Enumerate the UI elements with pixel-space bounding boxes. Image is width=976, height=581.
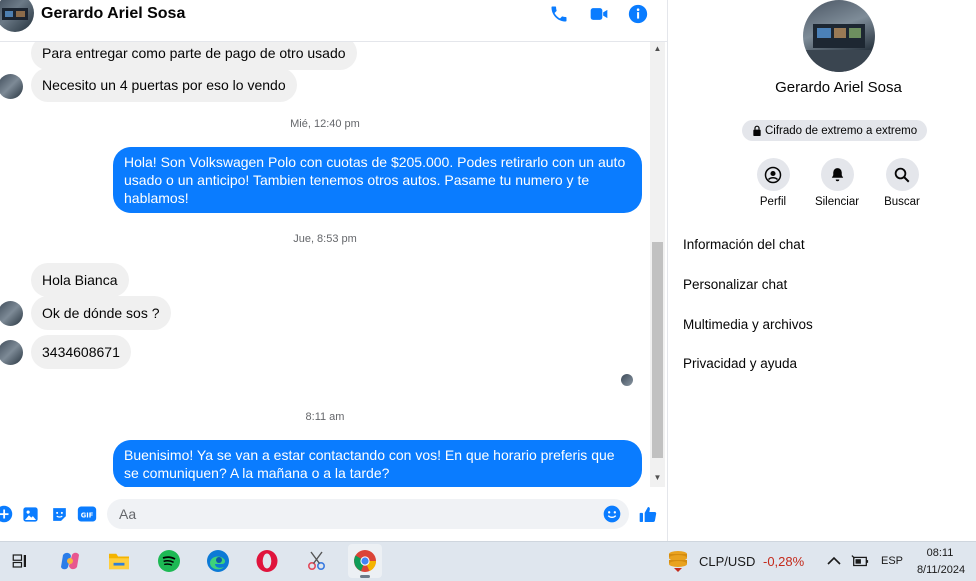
panel-item-chat-info[interactable]: Información del chat (683, 237, 805, 252)
incoming-message: 3434608671 (31, 335, 131, 369)
chrome-browser-icon[interactable] (348, 544, 382, 578)
chat-column: Gerardo Ariel Sosa Para entregar como pa… (0, 0, 668, 541)
sender-avatar[interactable] (0, 340, 23, 365)
message-timestamp: Mié, 12:40 pm (290, 118, 360, 130)
profile-action-label: Perfil (759, 196, 787, 208)
chevron-up-icon[interactable] (820, 544, 848, 578)
plus-icon[interactable] (0, 504, 14, 524)
stock-change-value[interactable]: -0,28% (763, 554, 804, 569)
encryption-badge[interactable]: Cifrado de extremo a extremo (742, 120, 928, 141)
message-composer: GIF (0, 490, 668, 540)
mute-action-label: Silenciar (814, 196, 860, 208)
incoming-message: Ok de dónde sos ? (31, 296, 171, 330)
phone-call-icon[interactable] (548, 3, 570, 25)
sticker-icon[interactable] (49, 504, 69, 524)
outgoing-message: Buenisimo! Ya se van a estar contactando… (113, 440, 642, 487)
chat-info-panel: Gerardo Ariel Sosa Cifrado de extremo a … (668, 0, 976, 541)
contact-name[interactable]: Gerardo Ariel Sosa (41, 5, 185, 23)
scroll-up-arrow-icon[interactable]: ▲ (650, 44, 665, 56)
chat-header: Gerardo Ariel Sosa (0, 0, 668, 42)
copilot-icon[interactable] (53, 544, 87, 578)
battery-plug-icon[interactable] (846, 544, 874, 578)
panel-item-privacy-help[interactable]: Privacidad y ayuda (683, 356, 797, 371)
message-scrollbar[interactable]: ▲ ▼ (650, 42, 665, 487)
messenger-window: Gerardo Ariel Sosa Para entregar como pa… (0, 0, 976, 581)
file-explorer-icon[interactable] (102, 544, 136, 578)
read-receipt-avatar (621, 374, 633, 386)
task-view-icon[interactable] (3, 544, 37, 578)
edge-browser-icon[interactable] (201, 544, 235, 578)
profile-action-button[interactable]: Perfil (743, 158, 803, 208)
encryption-label: Cifrado de extremo a extremo (765, 124, 918, 137)
bell-icon (820, 158, 854, 191)
windows-taskbar: CLP/USD -0,28% ESP 08:11 8/11/2024 (0, 541, 976, 581)
sender-avatar[interactable] (0, 74, 23, 99)
panel-item-customize-chat[interactable]: Personalizar chat (683, 277, 787, 292)
scroll-thumb[interactable] (652, 242, 663, 458)
profile-picture[interactable] (803, 0, 875, 72)
svg-text:GIF: GIF (81, 511, 94, 519)
opera-browser-icon[interactable] (250, 544, 284, 578)
stock-pair-label[interactable]: CLP/USD (699, 554, 755, 569)
sender-avatar[interactable] (0, 301, 23, 326)
search-icon (885, 158, 919, 191)
thumbs-up-icon[interactable] (638, 504, 658, 524)
outgoing-message: Hola! Son Volkswagen Polo con cuotas de … (113, 147, 642, 213)
spotify-icon[interactable] (152, 544, 186, 578)
message-timestamp: 8:11 am (305, 411, 345, 423)
gallery-icon[interactable] (20, 504, 40, 524)
message-input[interactable] (107, 499, 629, 529)
search-action-label: Buscar (884, 196, 920, 208)
clock-time[interactable]: 08:11 (920, 547, 960, 559)
stock-widget-icon[interactable] (661, 544, 695, 578)
panel-item-media-files[interactable]: Multimedia y archivos (683, 317, 813, 332)
video-call-icon[interactable] (588, 3, 610, 25)
message-list: Para entregar como parte de pago de otro… (0, 42, 650, 487)
incoming-message: Hola Bianca (31, 263, 129, 297)
contact-avatar[interactable] (0, 0, 34, 32)
mute-action-button[interactable]: Silenciar (807, 158, 867, 208)
snipping-tool-icon[interactable] (300, 544, 334, 578)
scroll-down-arrow-icon[interactable]: ▼ (650, 473, 665, 485)
gif-icon[interactable]: GIF (77, 504, 97, 524)
message-timestamp: Jue, 8:53 pm (293, 233, 357, 245)
incoming-message: Para entregar como parte de pago de otro… (31, 42, 357, 70)
incoming-message: Necesito un 4 puertas por eso lo vendo (31, 68, 297, 102)
info-icon[interactable] (627, 3, 649, 25)
search-action-button[interactable]: Buscar (872, 158, 932, 208)
clock-date[interactable]: 8/11/2024 (911, 564, 971, 576)
panel-contact-name: Gerardo Ariel Sosa (775, 79, 902, 96)
profile-icon (756, 158, 790, 191)
lock-icon (753, 125, 761, 136)
emoji-icon[interactable] (602, 504, 622, 524)
input-language[interactable]: ESP (881, 555, 903, 567)
